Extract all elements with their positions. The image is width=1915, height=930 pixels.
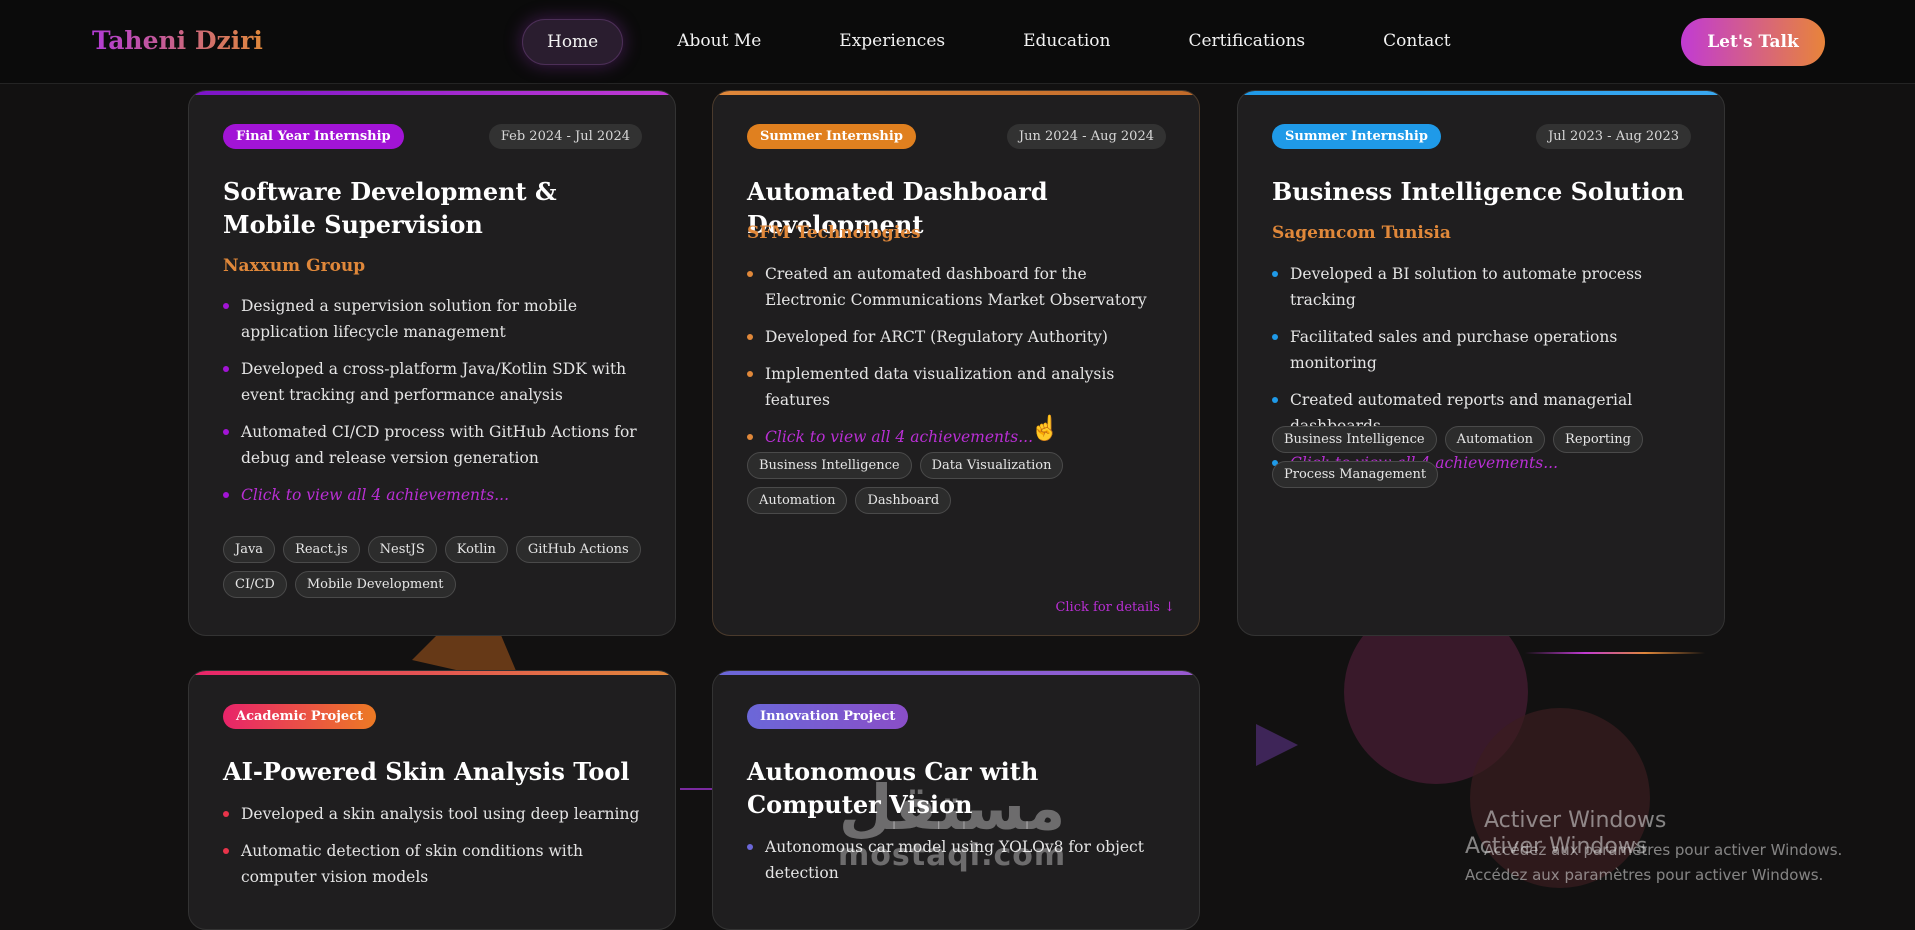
tech-tag: Automation	[1444, 426, 1546, 453]
details-link[interactable]: Click for details ↓	[1055, 600, 1175, 615]
card-accent-line	[713, 91, 1199, 95]
bullet-icon	[747, 271, 753, 277]
tech-tag: GitHub Actions	[515, 536, 641, 563]
card-badge: Summer Internship	[1272, 124, 1441, 149]
achievement-list: Designed a supervision solution for mobi…	[223, 293, 648, 519]
experience-card[interactable]: Summer Internship Jun 2024 - Aug 2024 Au…	[712, 90, 1200, 636]
tech-tags: Business Intelligence Automation Reporti…	[1272, 426, 1702, 496]
card-badge: Final Year Internship	[223, 124, 404, 149]
bullet-icon	[1272, 271, 1278, 277]
tech-tag: Java	[223, 536, 276, 563]
card-badge: Innovation Project	[747, 704, 909, 729]
card-accent-line	[713, 671, 1199, 675]
nav-home[interactable]: Home	[522, 19, 624, 65]
card-company: Naxxum Group	[223, 256, 366, 276]
card-company: Sagemcom Tunisia	[1272, 223, 1451, 243]
achievement-item: Facilitated sales and purchase operation…	[1272, 324, 1697, 376]
tech-tag: Data Visualization	[919, 452, 1064, 479]
nav-education[interactable]: Education	[999, 19, 1134, 65]
card-company: SFM Technologies	[747, 223, 921, 243]
bullet-icon	[223, 848, 229, 854]
achievement-item: Developed a BI solution to automate proc…	[1272, 261, 1697, 313]
tech-tag: Reporting	[1553, 426, 1643, 453]
bullet-icon	[223, 492, 229, 498]
bullet-icon	[223, 811, 229, 817]
card-date: Feb 2024 - Jul 2024	[488, 124, 642, 149]
background-triangle	[1256, 724, 1298, 766]
windows-activation-message: Accédez aux paramètres pour activer Wind…	[1465, 866, 1824, 884]
tech-tags: Business Intelligence Data Visualization…	[747, 452, 1177, 522]
project-card[interactable]: Academic Project AI-Powered Skin Analysi…	[188, 670, 676, 930]
bullet-icon	[1272, 334, 1278, 340]
experience-card[interactable]: Final Year Internship Feb 2024 - Jul 202…	[188, 90, 676, 636]
bullet-icon	[223, 429, 229, 435]
tech-tag: Mobile Development	[294, 571, 456, 598]
bullet-icon	[223, 303, 229, 309]
card-badge: Summer Internship	[747, 124, 916, 149]
view-achievements-link[interactable]: Click to view all 4 achievements...	[223, 482, 648, 508]
watermark-latin: mostaql.com	[838, 838, 1067, 873]
nav-experiences[interactable]: Experiences	[815, 19, 969, 65]
bullet-icon	[747, 334, 753, 340]
watermark-arabic: مستقل	[838, 771, 1066, 844]
view-achievements-link[interactable]: Click to view all 4 achievements...	[747, 424, 1172, 450]
tech-tag: NestJS	[367, 536, 437, 563]
card-accent-line	[189, 671, 675, 675]
lets-talk-button[interactable]: Let's Talk	[1681, 18, 1825, 66]
hand-pointer-icon: ☝	[1030, 414, 1060, 442]
windows-activation-title: Activer Windows	[1484, 808, 1667, 833]
nav-about[interactable]: About Me	[653, 19, 785, 65]
achievement-item: Developed a cross-platform Java/Kotlin S…	[223, 356, 648, 408]
achievement-item: Designed a supervision solution for mobi…	[223, 293, 648, 345]
mostaql-watermark: مستقل mostaql.com	[838, 775, 1066, 871]
achievement-list: Created an automated dashboard for the E…	[747, 261, 1172, 461]
experience-card[interactable]: Summer Internship Jul 2023 - Aug 2023 Bu…	[1237, 90, 1725, 636]
tech-tag: Business Intelligence	[1272, 426, 1437, 453]
tech-tag: Kotlin	[444, 536, 508, 563]
background-circle	[1470, 708, 1650, 888]
achievement-item: Developed for ARCT (Regulatory Authority…	[747, 324, 1172, 350]
achievement-list: Developed a skin analysis tool using dee…	[223, 801, 648, 901]
top-navbar: Taheni Dziri Home About Me Experiences E…	[0, 0, 1915, 84]
achievement-item: Developed a skin analysis tool using dee…	[223, 801, 648, 827]
tech-tag: Dashboard	[855, 487, 952, 514]
tech-tag: CI/CD	[223, 571, 287, 598]
achievement-item: Automatic detection of skin conditions w…	[223, 838, 648, 890]
tech-tag: Automation	[747, 487, 848, 514]
tech-tags: Java React.js NestJS Kotlin GitHub Actio…	[223, 536, 653, 606]
nav-links: Home About Me Experiences Education Cert…	[522, 19, 1505, 65]
bullet-icon	[747, 371, 753, 377]
brand-logo[interactable]: Taheni Dziri	[92, 26, 263, 55]
tech-tag: Process Management	[1272, 461, 1439, 488]
windows-activation-title: Activer Windows	[1465, 834, 1648, 859]
bullet-icon	[223, 366, 229, 372]
tech-tag: Business Intelligence	[747, 452, 912, 479]
card-accent-line	[1238, 91, 1724, 95]
nav-contact[interactable]: Contact	[1359, 19, 1475, 65]
achievement-item: Created an automated dashboard for the E…	[747, 261, 1172, 313]
card-date: Jul 2023 - Aug 2023	[1536, 124, 1691, 149]
bullet-icon	[747, 434, 753, 440]
card-accent-line	[189, 91, 675, 95]
achievement-item: Implemented data visualization and analy…	[747, 361, 1172, 413]
nav-certifications[interactable]: Certifications	[1164, 19, 1329, 65]
card-title: Business Intelligence Solution	[1272, 177, 1685, 206]
achievement-item: Automated CI/CD process with GitHub Acti…	[223, 419, 648, 471]
card-badge: Academic Project	[223, 704, 377, 729]
tech-tag: React.js	[283, 536, 360, 563]
card-title: AI-Powered Skin Analysis Tool	[223, 757, 630, 786]
card-title: Software Development & Mobile Supervisio…	[223, 177, 557, 239]
bullet-icon	[1272, 397, 1278, 403]
card-date: Jun 2024 - Aug 2024	[1006, 124, 1166, 149]
background-line	[1525, 652, 1705, 654]
bullet-icon	[747, 844, 753, 850]
